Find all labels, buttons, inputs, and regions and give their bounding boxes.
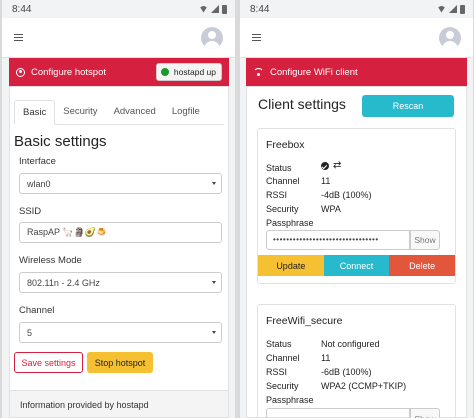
hotspot-tabs: Basic Security Advanced Logfile	[14, 100, 224, 125]
passphrase-input[interactable]: ••••••••••••••••••••••••••••••••	[266, 230, 410, 250]
hotspot-screen: 8:44 Configure hotspot hostapd up Basic …	[2, 0, 235, 418]
channel-select[interactable]: 5	[19, 322, 222, 343]
wifi-client-title: Configure WiFi client	[270, 66, 358, 78]
status-time: 8:44	[250, 3, 270, 15]
tab-advanced[interactable]: Advanced	[106, 100, 164, 124]
interface-label: Interface	[19, 156, 56, 167]
chevron-down-icon	[212, 281, 216, 284]
cell-signal-icon	[211, 5, 219, 13]
network-channel: 11	[321, 176, 331, 186]
status-bar: 8:44	[240, 0, 473, 18]
user-avatar[interactable]	[201, 26, 223, 49]
save-settings-button[interactable]: Save settings	[14, 352, 83, 373]
transfer-arrows-icon: ⇄	[333, 160, 342, 171]
status-dot-icon	[160, 68, 169, 76]
hotspot-card: Basic Security Advanced Logfile Basic se…	[9, 86, 229, 418]
network-status: ⇄	[321, 160, 342, 171]
wifi-icon	[253, 68, 264, 76]
ssid-label: SSID	[19, 206, 42, 217]
chevron-down-icon	[212, 182, 216, 185]
cell-signal-icon	[449, 5, 457, 13]
ssid-input[interactable]: RaspAP 🦙🗿🥑🍮	[19, 222, 222, 243]
menu-icon[interactable]	[14, 34, 23, 41]
user-avatar[interactable]	[439, 26, 461, 49]
network-rssi: -6dB (100%)	[321, 367, 372, 377]
wifi-signal-icon	[199, 5, 208, 13]
connected-check-icon	[321, 162, 329, 170]
network-name: FreeWifi_secure	[266, 315, 343, 327]
network-actions: Update Connect Delete	[258, 255, 456, 276]
app-bar	[240, 18, 473, 58]
network-name: Freebox	[266, 139, 305, 151]
network-channel: 11	[321, 353, 331, 363]
rescan-button[interactable]: Rescan	[362, 95, 454, 117]
wifi-client-card-header: Configure WiFi client	[246, 58, 467, 86]
network-security: WPA2 (CCMP+TKIP)	[321, 381, 407, 391]
app-bar	[2, 18, 235, 58]
channel-label: Channel	[19, 305, 55, 316]
menu-icon[interactable]	[252, 34, 261, 41]
status-time: 8:44	[12, 3, 32, 15]
connect-button[interactable]: Connect	[323, 255, 390, 276]
tab-security[interactable]: Security	[55, 100, 105, 124]
wifi-client-screen: 8:44 Configure WiFi client Client settin…	[240, 0, 473, 418]
passphrase-input[interactable]	[266, 408, 410, 418]
wifi-signal-icon	[437, 5, 446, 13]
hotspot-card-header: Configure hotspot hostapd up	[9, 58, 229, 86]
hotspot-icon	[16, 67, 25, 77]
show-passphrase-button[interactable]: Show	[410, 408, 440, 418]
network-rssi: -4dB (100%)	[321, 190, 372, 200]
section-title: Client settings	[258, 96, 346, 112]
card-footer: Information provided by hostapd	[10, 390, 228, 417]
stop-hotspot-button[interactable]: Stop hotspot	[87, 352, 153, 373]
chevron-down-icon	[212, 331, 216, 334]
network-card-freebox: Freebox Status ⇄ Channel 11 RSSI -4dB (1…	[257, 128, 456, 284]
wifi-client-card: Client settings Rescan Freebox Status ⇄ …	[246, 86, 467, 418]
wireless-mode-label: Wireless Mode	[19, 255, 82, 266]
hotspot-title: Configure hotspot	[31, 66, 106, 78]
network-security: WPA	[321, 204, 341, 214]
section-title: Basic settings	[14, 133, 107, 150]
tab-logfile[interactable]: Logfile	[164, 100, 208, 124]
hostapd-status-badge: hostapd up	[155, 63, 222, 81]
network-status: Not configured	[321, 339, 380, 349]
interface-select[interactable]: wlan0	[19, 173, 222, 194]
update-button[interactable]: Update	[258, 255, 324, 276]
status-bar: 8:44	[2, 0, 235, 18]
network-card-freewifi-secure: FreeWifi_secure Status Not configured Ch…	[257, 304, 456, 418]
wireless-mode-select[interactable]: 802.11n - 2.4 GHz	[19, 272, 222, 293]
show-passphrase-button[interactable]: Show	[410, 230, 440, 250]
tab-basic[interactable]: Basic	[14, 100, 56, 125]
battery-icon	[460, 4, 465, 14]
delete-button[interactable]: Delete	[389, 255, 456, 276]
battery-icon	[222, 4, 227, 14]
